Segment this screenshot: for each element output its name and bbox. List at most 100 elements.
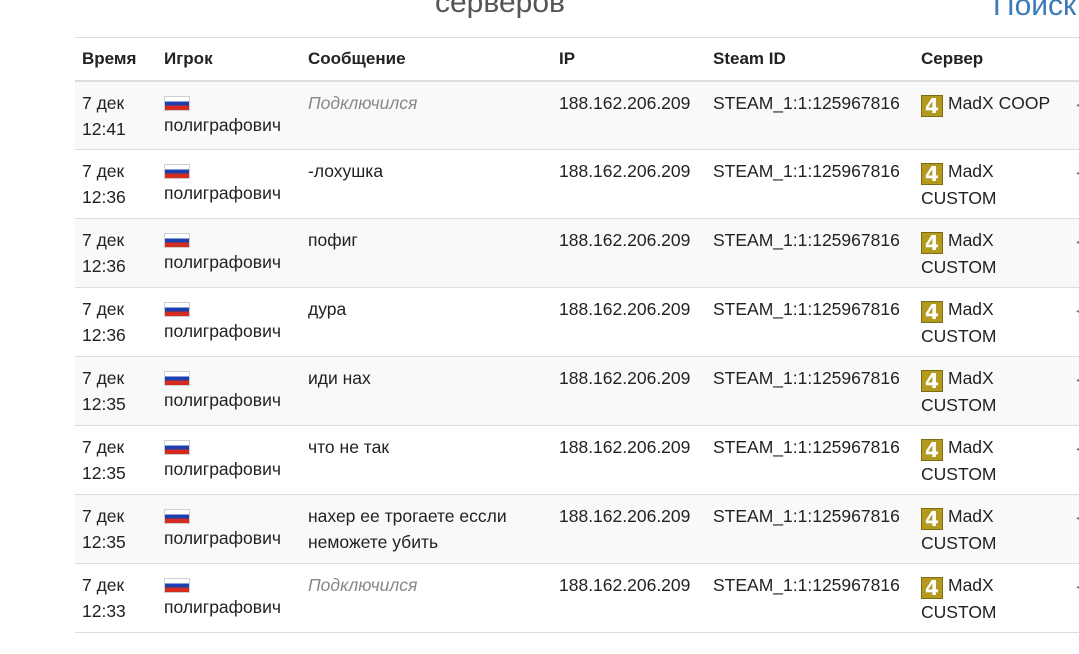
table-row: 7 дек 12:35 полиграфович что не так 188.162.… (75, 425, 1079, 495)
cell-player: полиграфович (157, 287, 301, 357)
ip-address[interactable]: 188.162.206.209 (559, 437, 690, 457)
row-time: 12:36 (82, 325, 126, 345)
row-time: 12:35 (82, 532, 126, 552)
cell-steam-id: STEAM_1:1:125967816 (706, 149, 914, 219)
cell-server: 4 MadX CUSTOM (914, 218, 1061, 288)
page: серверов Поиск Время Игрок Сообщение IP … (0, 0, 1079, 654)
cell-extra: ◂ (1061, 149, 1079, 219)
table-row: 7 дек 12:35 полиграфович нахер ее трогаете … (75, 494, 1079, 564)
page-heading: серверов (435, 0, 565, 19)
row-date: 7 дек (82, 161, 125, 181)
l4d2-game-icon: 4 (921, 95, 943, 117)
cell-steam-id: STEAM_1:1:125967816 (706, 563, 914, 633)
cell-time: 7 дек 12:36 (75, 218, 157, 288)
player-name-link[interactable]: полиграфович (164, 594, 293, 620)
table-row: 7 дек 12:36 полиграфович пофиг 188.162.206.2… (75, 218, 1079, 288)
cell-steam-id: STEAM_1:1:125967816 (706, 81, 914, 150)
chat-message: дура (308, 299, 347, 319)
player-name-link[interactable]: полиграфович (164, 456, 293, 482)
cell-steam-id: STEAM_1:1:125967816 (706, 494, 914, 564)
row-date: 7 дек (82, 575, 125, 595)
cell-message: Подключился (301, 563, 552, 633)
cell-time: 7 дек 12:35 (75, 356, 157, 426)
row-time: 12:36 (82, 256, 126, 276)
ip-address[interactable]: 188.162.206.209 (559, 506, 690, 526)
ip-address[interactable]: 188.162.206.209 (559, 161, 690, 181)
cell-server: 4 MadX CUSTOM (914, 563, 1061, 633)
cell-extra: ◂ (1061, 494, 1079, 564)
row-date: 7 дек (82, 230, 125, 250)
cell-steam-id: STEAM_1:1:125967816 (706, 356, 914, 426)
cell-server: 4 MadX CUSTOM (914, 425, 1061, 495)
l4d2-game-icon: 4 (921, 163, 943, 185)
steam-id-link[interactable]: STEAM_1:1:125967816 (713, 368, 900, 388)
steam-id-link[interactable]: STEAM_1:1:125967816 (713, 437, 900, 457)
cell-message: нахер ее трогаете ессли неможете убить (301, 494, 552, 564)
player-name-link[interactable]: полиграфович (164, 525, 293, 551)
steam-id-link[interactable]: STEAM_1:1:125967816 (713, 506, 900, 526)
cell-message: -лохушка (301, 149, 552, 219)
row-time: 12:36 (82, 187, 126, 207)
header-player[interactable]: Игрок (157, 37, 301, 82)
steam-id-link[interactable]: STEAM_1:1:125967816 (713, 299, 900, 319)
chat-message: пофиг (308, 230, 358, 250)
player-name-link[interactable]: полиграфович (164, 112, 293, 138)
chat-message: что не так (308, 437, 389, 457)
cell-player: полиграфович (157, 81, 301, 150)
player-name-link[interactable]: полиграфович (164, 180, 293, 206)
steam-id-link[interactable]: STEAM_1:1:125967816 (713, 575, 900, 595)
steam-id-link[interactable]: STEAM_1:1:125967816 (713, 93, 900, 113)
row-time: 12:35 (82, 463, 126, 483)
cell-message: дура (301, 287, 552, 357)
ip-address[interactable]: 188.162.206.209 (559, 575, 690, 595)
cell-extra: ◂ (1061, 218, 1079, 288)
cell-player: полиграфович (157, 563, 301, 633)
cell-extra: ◂ (1061, 356, 1079, 426)
table-row: 7 дек 12:33 полиграфович Подключился 188.162… (75, 563, 1079, 633)
ip-address[interactable]: 188.162.206.209 (559, 368, 690, 388)
cell-time: 7 дек 12:33 (75, 563, 157, 633)
table-row: 7 дек 12:35 полиграфович иди нах 188.162.206… (75, 356, 1079, 426)
cell-ip: 188.162.206.209 (552, 149, 706, 219)
header-ip[interactable]: IP (552, 37, 706, 82)
ip-address[interactable]: 188.162.206.209 (559, 299, 690, 319)
cell-ip: 188.162.206.209 (552, 494, 706, 564)
russia-flag-icon (164, 370, 190, 386)
cell-ip: 188.162.206.209 (552, 218, 706, 288)
header-message[interactable]: Сообщение (301, 37, 552, 82)
steam-id-link[interactable]: STEAM_1:1:125967816 (713, 161, 900, 181)
chat-message: Подключился (308, 93, 418, 113)
row-time: 12:41 (82, 119, 126, 139)
cell-ip: 188.162.206.209 (552, 425, 706, 495)
player-name-link[interactable]: полиграфович (164, 318, 293, 344)
cell-message: пофиг (301, 218, 552, 288)
header-time[interactable]: Время (75, 37, 157, 82)
steam-id-link[interactable]: STEAM_1:1:125967816 (713, 230, 900, 250)
cell-player: полиграфович (157, 494, 301, 564)
l4d2-game-icon: 4 (921, 508, 943, 530)
cell-extra: ◂ (1061, 563, 1079, 633)
cell-steam-id: STEAM_1:1:125967816 (706, 425, 914, 495)
l4d2-game-icon: 4 (921, 301, 943, 323)
russia-flag-icon (164, 301, 190, 317)
cell-time: 7 дек 12:35 (75, 494, 157, 564)
header-server[interactable]: Сервер (914, 37, 1061, 82)
chat-log-table: Время Игрок Сообщение IP Steam ID Сервер… (75, 37, 1079, 633)
cell-time: 7 дек 12:41 (75, 81, 157, 150)
player-name-link[interactable]: полиграфович (164, 387, 293, 413)
server-name[interactable]: MadX COOP (948, 93, 1050, 113)
ip-address[interactable]: 188.162.206.209 (559, 230, 690, 250)
cell-message: Подключился (301, 81, 552, 150)
player-name-link[interactable]: полиграфович (164, 249, 293, 275)
row-time: 12:35 (82, 394, 126, 414)
cell-server: 4 MadX CUSTOM (914, 356, 1061, 426)
cell-extra: ◂ (1061, 287, 1079, 357)
search-link[interactable]: Поиск (993, 0, 1076, 21)
cell-message: иди нах (301, 356, 552, 426)
header-steam-id[interactable]: Steam ID (706, 37, 914, 82)
row-date: 7 дек (82, 437, 125, 457)
cell-steam-id: STEAM_1:1:125967816 (706, 218, 914, 288)
cell-time: 7 дек 12:36 (75, 287, 157, 357)
cell-server: 4 MadX CUSTOM (914, 149, 1061, 219)
ip-address[interactable]: 188.162.206.209 (559, 93, 690, 113)
